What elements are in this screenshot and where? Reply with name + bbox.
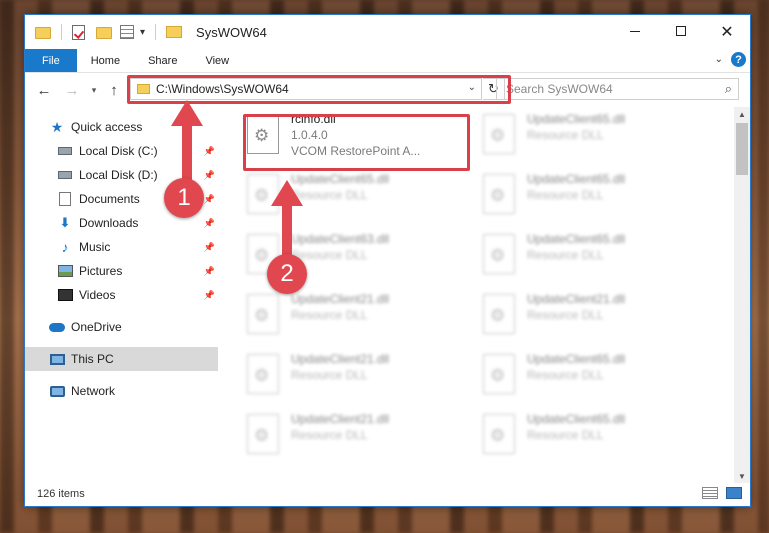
arrow-1: [171, 100, 203, 187]
annotation-arrows: [171, 100, 303, 261]
step-badge-2: 2: [267, 254, 307, 294]
arrow-2: [271, 180, 303, 261]
step-badge-1: 1: [164, 178, 204, 218]
